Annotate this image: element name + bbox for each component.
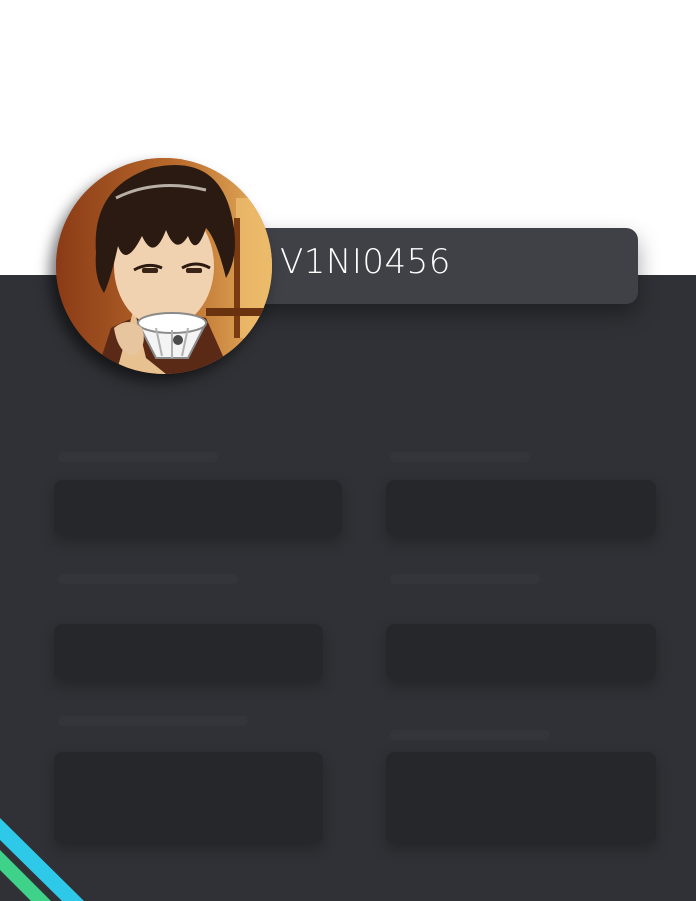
field-label-placeholder [390,452,530,462]
profile-page: V1NI0456 [0,0,696,901]
field-label-placeholder [390,730,550,740]
field-label-placeholder [58,452,218,462]
anime-character-avatar-icon [56,158,272,374]
username-label: V1NI0456 [280,242,451,282]
field-label-placeholder [58,716,248,726]
info-card[interactable] [54,480,342,536]
info-card[interactable] [386,752,656,843]
field-label-placeholder [58,574,238,584]
corner-accent-stripes [0,818,84,901]
avatar[interactable] [56,158,272,374]
info-card[interactable] [386,480,656,536]
info-card[interactable] [54,624,323,680]
field-label-placeholder [390,574,540,584]
info-card[interactable] [386,624,656,680]
